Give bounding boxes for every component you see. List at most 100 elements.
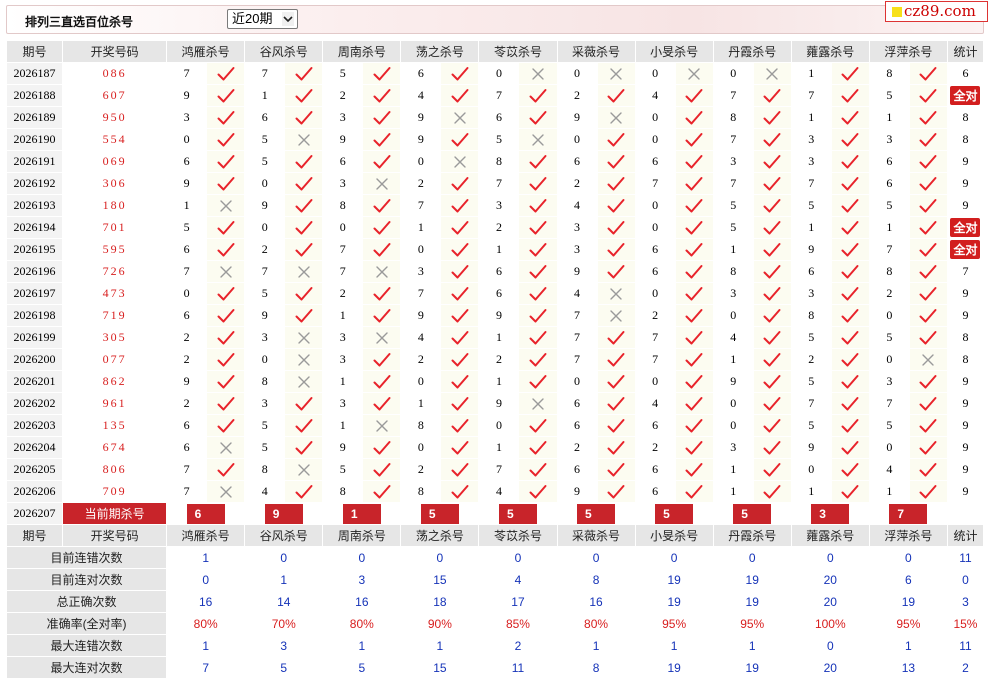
result-mark-cell — [830, 62, 870, 85]
result-mark-cell — [518, 238, 558, 261]
kill-number-cell: 5 — [790, 326, 832, 349]
stat-value: 16 — [166, 590, 246, 613]
red-check-icon — [528, 417, 548, 433]
red-check-icon — [684, 461, 704, 477]
kill-number-cell: 6 — [634, 480, 676, 503]
col-header-expert: 荡之杀号 — [400, 524, 480, 547]
gray-cross-icon — [372, 329, 392, 344]
period-select[interactable]: 近20期 — [227, 9, 298, 29]
gray-cross-icon — [450, 109, 470, 124]
result-mark-cell — [908, 480, 948, 503]
red-check-icon — [372, 219, 392, 235]
kill-number-cell: 8 — [712, 106, 754, 129]
gray-cross-icon — [294, 131, 314, 146]
draw-number-cell: 709 — [62, 480, 168, 503]
kill-number-cell: 0 — [400, 436, 442, 459]
red-check-icon — [840, 373, 860, 389]
red-check-icon — [684, 175, 704, 191]
result-mark-cell — [596, 128, 636, 151]
stat-value: 95% — [634, 612, 714, 635]
stat-value: 19 — [634, 568, 714, 591]
stat-cell: 9 — [946, 194, 985, 217]
result-mark-cell — [284, 172, 324, 195]
red-check-icon — [840, 109, 860, 125]
current-kill-number: 1 — [342, 503, 381, 524]
kill-number-cell: 5 — [478, 128, 520, 151]
gray-cross-icon — [606, 307, 626, 322]
red-check-icon — [762, 219, 782, 235]
kill-number-cell: 9 — [400, 128, 442, 151]
kill-number-cell: 9 — [556, 480, 598, 503]
kill-number-cell: 7 — [712, 172, 754, 195]
red-check-icon — [918, 461, 938, 477]
kill-number-table: 期号 开奖号码 鸿雁杀号 谷风杀号 周南杀号 荡之杀号 苓苡杀号 采薇杀号 小旻杀号 丹霞杀号 蕹露… — [5, 40, 985, 679]
red-check-icon — [762, 373, 782, 389]
kill-number-cell: 3 — [712, 282, 754, 305]
stat-cell: 9 — [946, 150, 985, 173]
result-mark-cell — [284, 238, 324, 261]
result-mark-cell — [908, 128, 948, 151]
red-check-icon — [528, 109, 548, 125]
draw-number-cell: 950 — [62, 106, 168, 129]
table-row: 2026198 719 6 9 1 9 9 7 2 0 8 0 9 — [5, 304, 985, 327]
kill-number-cell: 0 — [244, 172, 286, 195]
kill-number-cell: 1 — [790, 106, 832, 129]
red-check-icon — [684, 87, 704, 103]
site-logo[interactable]: cz89.com — [885, 1, 988, 22]
red-check-icon — [216, 329, 236, 345]
result-mark-cell — [206, 260, 246, 283]
red-check-icon — [528, 307, 548, 323]
issue-cell: 2026197 — [5, 282, 64, 305]
kill-number-cell: 7 — [556, 326, 598, 349]
kill-number-cell: 0 — [790, 458, 832, 481]
red-check-icon — [528, 263, 548, 279]
red-check-icon — [216, 109, 236, 125]
table-row: 2026194 701 5 0 0 1 2 3 0 5 1 1 全对 — [5, 216, 985, 239]
red-check-icon — [762, 439, 782, 455]
result-mark-cell — [284, 106, 324, 129]
kill-number-cell: 2 — [322, 84, 364, 107]
stat-value: 3 — [322, 568, 402, 591]
stat-cell: 8 — [946, 326, 985, 349]
issue-cell: 2026189 — [5, 106, 64, 129]
result-mark-cell — [206, 370, 246, 393]
kill-number-cell: 8 — [478, 150, 520, 173]
kill-number-cell: 1 — [868, 216, 910, 239]
red-check-icon — [528, 439, 548, 455]
red-check-icon — [918, 65, 938, 81]
table-row: 2026205 806 7 8 5 2 7 6 6 1 0 4 9 — [5, 458, 985, 481]
col-header-expert: 蕹露杀号 — [790, 40, 870, 63]
kill-number-cell: 7 — [868, 392, 910, 415]
issue-cell: 2026194 — [5, 216, 64, 239]
current-kill-number: 5 — [498, 503, 537, 524]
col-header-issue: 期号 — [5, 524, 64, 547]
result-mark-cell — [440, 216, 480, 239]
result-mark-cell — [440, 414, 480, 437]
red-check-icon — [606, 175, 626, 191]
result-mark-cell — [284, 260, 324, 283]
red-check-icon — [606, 131, 626, 147]
red-check-icon — [918, 307, 938, 323]
result-mark-cell — [440, 370, 480, 393]
kill-number-cell: 0 — [634, 370, 676, 393]
red-check-icon — [450, 197, 470, 213]
red-check-icon — [684, 109, 704, 125]
kill-number-cell: 7 — [790, 392, 832, 415]
all-correct-badge: 全对 — [950, 86, 981, 105]
red-check-icon — [762, 285, 782, 301]
red-check-icon — [294, 219, 314, 235]
stat-value: 0 — [634, 546, 714, 569]
stat-summary-value: 15% — [946, 612, 985, 635]
result-mark-cell — [284, 370, 324, 393]
stat-value: 1 — [166, 546, 246, 569]
result-mark-cell — [518, 458, 558, 481]
kill-number-cell: 5 — [790, 370, 832, 393]
result-mark-cell — [830, 216, 870, 239]
red-check-icon — [606, 329, 626, 345]
stat-cell: 7 — [946, 260, 985, 283]
stat-row: 总正确次数 16 14 16 18 17 16 19 19 20 19 3 — [5, 590, 985, 613]
result-mark-cell — [596, 260, 636, 283]
top-bar: 排列三直选百位杀号 近20期 — [6, 5, 984, 34]
red-check-icon — [216, 131, 236, 147]
result-mark-cell — [752, 84, 792, 107]
